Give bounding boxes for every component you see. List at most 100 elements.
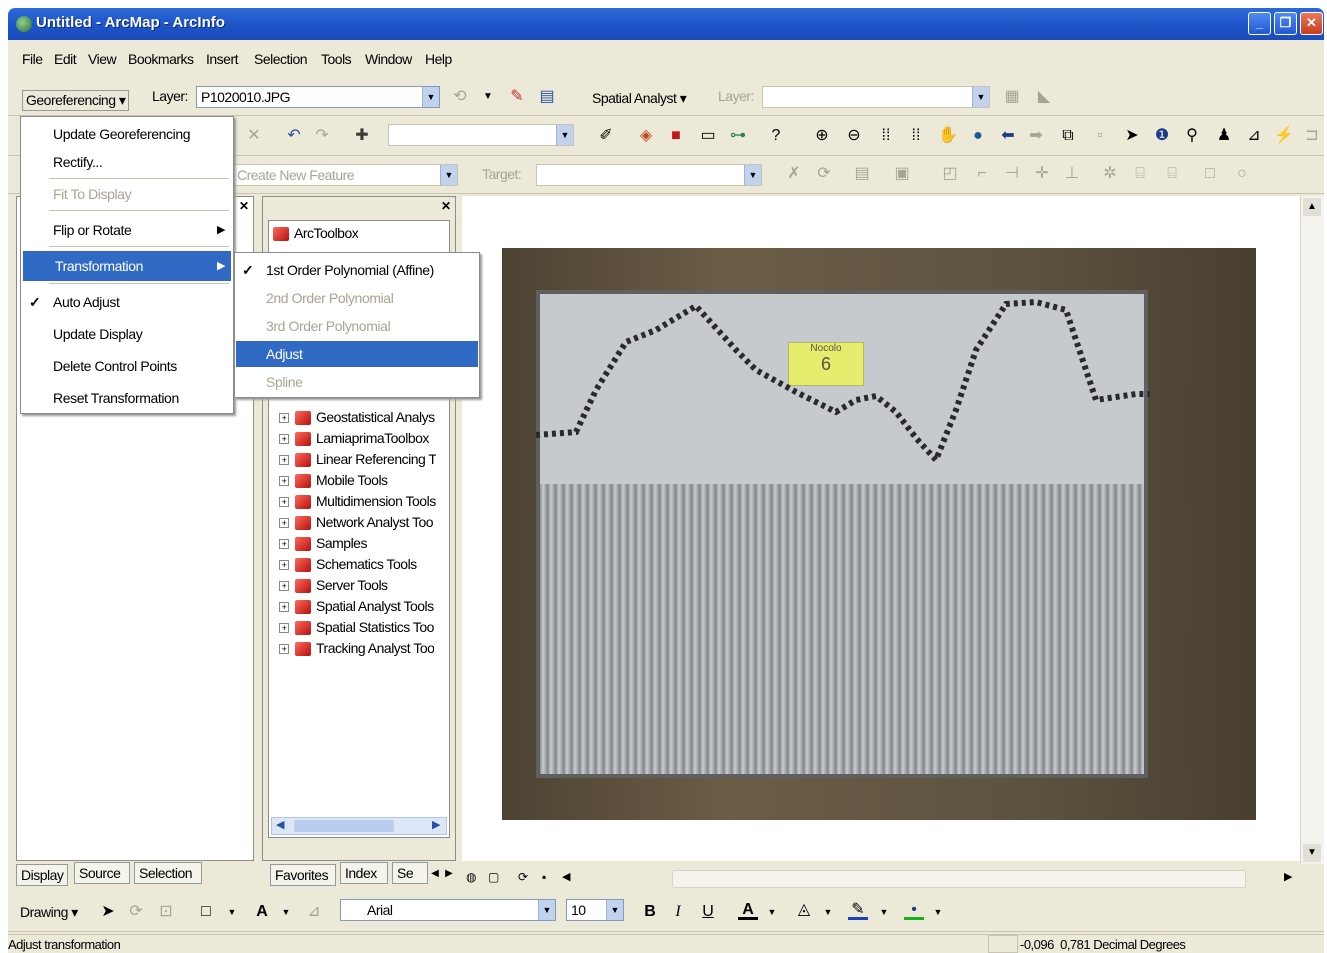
expand-icon[interactable]: +	[279, 434, 289, 445]
close-button[interactable]: ✕	[1300, 12, 1323, 35]
chevron-down-icon[interactable]: ▼	[276, 902, 296, 922]
snapping-icon[interactable]: ✲	[1100, 164, 1120, 184]
map-horizontal-scrollbar[interactable]: ◍ ▢ ⟳ ▪ ◀ ▶	[462, 868, 1300, 890]
fill-color-icon[interactable]: ◬	[794, 900, 814, 920]
list-item[interactable]: + Server Tools	[269, 577, 388, 598]
list-item[interactable]: + Schematics Tools	[269, 556, 417, 577]
menu-item-adjust[interactable]: Adjust	[236, 341, 478, 367]
menu-file[interactable]: File	[22, 51, 43, 67]
scroll-up-icon[interactable]: ▲	[1303, 198, 1321, 216]
select-elements-icon[interactable]: ➤	[1122, 126, 1142, 146]
rectangle-icon[interactable]: □	[196, 902, 216, 922]
expand-icon[interactable]: +	[279, 644, 289, 655]
minimize-button[interactable]: _	[1248, 12, 1271, 35]
sketch-properties-icon[interactable]: ▣	[892, 164, 912, 184]
expand-icon[interactable]: +	[279, 497, 289, 508]
menu-item-reset-transformation[interactable]: Reset Transformation	[21, 383, 233, 413]
back-extent-icon[interactable]: ⬅	[998, 126, 1018, 146]
georeferencing-menu-button[interactable]: Georeferencing ▾	[22, 90, 130, 111]
go-to-xy-icon[interactable]: ♟	[1214, 126, 1234, 146]
expand-icon[interactable]: +	[279, 602, 289, 613]
list-item[interactable]: + Multidimension Tools	[269, 493, 436, 514]
extend-icon[interactable]: ⊣	[1002, 164, 1022, 184]
vertical-scrollbar[interactable]: ▲ ▼	[1300, 196, 1324, 864]
circle-icon[interactable]: ○	[1232, 164, 1252, 184]
topology-icon[interactable]: ◰	[940, 164, 960, 184]
chevron-down-icon[interactable]: ▼	[928, 902, 948, 922]
refresh-icon[interactable]: ⟳	[518, 870, 528, 884]
menu-item-1st-order-polynomial[interactable]: ✓ 1st Order Polynomial (Affine)	[236, 257, 478, 283]
menu-item-spline[interactable]: Spline	[236, 369, 478, 395]
rotate-icon[interactable]: ⟲	[450, 87, 470, 107]
menu-item-2nd-order-polynomial[interactable]: 2nd Order Polynomial	[236, 285, 478, 311]
scrollbar-thumb[interactable]	[672, 870, 1246, 888]
menu-item-3rd-order-polynomial[interactable]: 3rd Order Polynomial	[236, 313, 478, 339]
menu-help[interactable]: Help	[425, 51, 452, 67]
menu-item-delete-control-points[interactable]: Delete Control Points	[21, 351, 233, 381]
menu-view[interactable]: View	[88, 51, 117, 67]
line-color-icon[interactable]: ✎	[848, 900, 868, 920]
tab-selection[interactable]: Selection	[134, 862, 202, 884]
menu-item-update-display[interactable]: Update Display	[21, 319, 233, 349]
expand-icon[interactable]: +	[279, 455, 289, 466]
list-item[interactable]: + Spatial Analyst Tools	[269, 598, 434, 619]
menu-item-update-georeferencing[interactable]: Update Georeferencing	[21, 119, 233, 149]
expand-icon[interactable]: +	[279, 518, 289, 529]
expand-icon[interactable]: +	[279, 413, 289, 424]
hyperlink-icon[interactable]: ⚡	[1274, 126, 1294, 146]
scroll-down-icon[interactable]: ▼	[1303, 844, 1321, 862]
trim-icon[interactable]: ⌐	[972, 164, 992, 184]
arctoolbox-root[interactable]: ArcToolbox	[273, 225, 358, 246]
scroll-right-icon[interactable]: ▶	[432, 818, 440, 831]
menu-window[interactable]: Window	[365, 51, 412, 67]
font-name-dropdown[interactable]: Arial ▼	[340, 899, 556, 921]
expand-icon[interactable]: +	[279, 560, 289, 571]
list-item[interactable]: + Geostatistical Analys	[269, 409, 435, 430]
underline-button[interactable]: U	[698, 902, 718, 922]
horizontal-scrollbar[interactable]: ◀ ▶	[271, 817, 447, 835]
find-icon[interactable]: ⚲	[1182, 126, 1202, 146]
scroll-right-icon[interactable]: ▶	[1284, 870, 1292, 883]
time-slider-icon[interactable]: ⊐	[1302, 126, 1322, 146]
layer-dropdown[interactable]: P1020010.JPG ▼	[196, 86, 440, 108]
zoom-whole-page-icon[interactable]: ⊡	[156, 902, 176, 922]
list-item[interactable]: + Network Analyst Too	[269, 514, 433, 535]
sketch-tool-icon[interactable]: ✗	[784, 164, 804, 184]
list-item[interactable]: + Mobile Tools	[269, 472, 388, 493]
menu-item-fit-to-display[interactable]: Fit To Display	[21, 179, 233, 209]
menu-item-transformation[interactable]: Transformation ▶	[23, 251, 231, 281]
drawing-menu-button[interactable]: Drawing ▾	[20, 904, 78, 921]
whats-this-icon[interactable]: ?	[766, 126, 786, 146]
command-line-icon[interactable]: ▭	[698, 126, 718, 146]
square-icon[interactable]: □	[1200, 164, 1220, 184]
task-dropdown[interactable]: Create New Feature ▼	[232, 164, 458, 186]
data-view-icon[interactable]: ◍	[466, 870, 476, 884]
chevron-down-icon[interactable]: ▼	[478, 87, 498, 107]
add-data-icon[interactable]: ✚	[352, 126, 372, 146]
delete-icon[interactable]: ✕	[244, 126, 264, 146]
select-features-icon[interactable]: ⧉	[1058, 126, 1078, 146]
list-item[interactable]: + LamiaprimaToolbox	[269, 430, 429, 451]
target-dropdown[interactable]: ▼	[536, 164, 762, 186]
list-item[interactable]: + Spatial Statistics Too	[269, 619, 434, 640]
menu-edit[interactable]: Edit	[54, 51, 77, 67]
scroll-left-icon[interactable]: ◀	[562, 870, 570, 883]
scroll-left-icon[interactable]: ◀	[276, 818, 284, 831]
marker-color-icon[interactable]: •	[904, 900, 924, 920]
expand-icon[interactable]: +	[279, 581, 289, 592]
menu-item-rectify[interactable]: Rectify...	[21, 147, 233, 177]
forward-extent-icon[interactable]: ➡	[1026, 126, 1046, 146]
menu-item-flip-or-rotate[interactable]: Flip or Rotate ▶	[21, 215, 233, 245]
expand-icon[interactable]: +	[279, 539, 289, 550]
zoom-in-icon[interactable]: ⊕	[812, 126, 832, 146]
tab-source[interactable]: Source	[74, 862, 130, 884]
scale-dropdown[interactable]: ▼	[388, 124, 574, 146]
tab-scroll-right-icon[interactable]: ▶	[442, 864, 456, 884]
chevron-down-icon[interactable]: ▼	[222, 902, 242, 922]
expand-icon[interactable]: +	[279, 476, 289, 487]
font-size-dropdown[interactable]: 10 ▼	[566, 899, 624, 921]
expand-icon[interactable]: +	[279, 623, 289, 634]
list-item[interactable]: + Tracking Analyst Too	[269, 640, 434, 661]
menu-tools[interactable]: Tools	[321, 51, 352, 67]
editor-toolbar-icon[interactable]: ✐	[596, 126, 616, 146]
